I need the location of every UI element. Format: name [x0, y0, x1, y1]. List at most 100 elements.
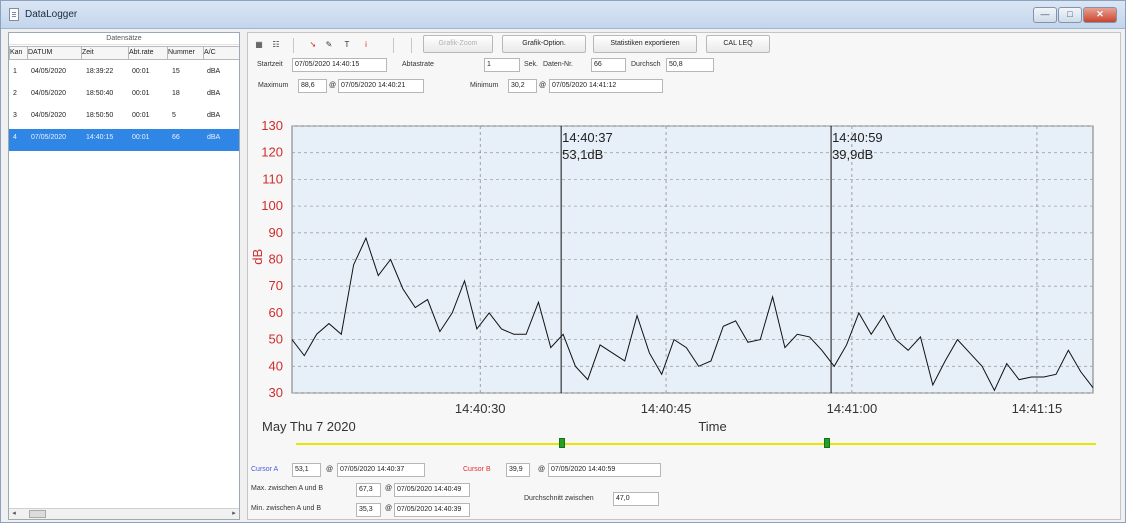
at-symbol: @	[385, 505, 393, 512]
max-between-label: Max. zwischen A und B	[251, 485, 323, 492]
records-horizontal-scrollbar[interactable]: ◂ ▸	[9, 508, 239, 519]
row-datum: 07/05/2020	[31, 134, 67, 141]
row-nummer: 5	[172, 112, 176, 119]
row-rate: 00:01	[132, 134, 150, 141]
min-between-value[interactable]: 35,3	[356, 503, 381, 517]
toolbar-separator	[293, 38, 294, 53]
seconds-label: Sek.	[524, 61, 539, 68]
maximum-time-field[interactable]: 07/05/2020 14:40:21	[338, 79, 424, 93]
table-row[interactable]: 1 04/05/2020 18:39:22 00:01 15 dBA	[9, 63, 239, 85]
row-kan: 4	[13, 134, 17, 141]
table-row[interactable]: 2 04/05/2020 18:50:40 00:01 18 dBA	[9, 85, 239, 107]
toolbar-separator	[393, 38, 394, 53]
cursor-b-time[interactable]: 07/05/2020 14:40:59	[548, 463, 661, 477]
minimum-time-field[interactable]: 07/05/2020 14:41:12	[549, 79, 663, 93]
y-tick-label: 50	[269, 332, 283, 347]
row-ac: dBA	[207, 68, 221, 75]
start-time-field[interactable]: 07/05/2020 14:40:15	[292, 58, 387, 72]
cursor-slider-track[interactable]	[296, 443, 1096, 445]
at-symbol: @	[326, 466, 334, 473]
scroll-right-icon[interactable]: ▸	[229, 509, 239, 519]
y-tick-label: 80	[269, 252, 283, 267]
info-icon[interactable]: i	[359, 39, 373, 51]
minimize-button[interactable]: —	[1033, 7, 1057, 23]
y-tick-label: 40	[269, 358, 283, 373]
graphic-zoom-button[interactable]: Grafik-Zoom	[423, 35, 493, 53]
table-row-selected[interactable]: 4 07/05/2020 14:40:15 00:01 66 dBA	[9, 129, 239, 151]
scrollbar-thumb[interactable]	[29, 510, 46, 518]
y-tick-label: 90	[269, 225, 283, 240]
y-tick-label: 100	[261, 198, 283, 213]
row-nummer: 66	[172, 134, 180, 141]
max-between-value[interactable]: 67,3	[356, 483, 381, 497]
cursor-icon[interactable]: ➘	[306, 39, 320, 51]
header-rate[interactable]: Abt.rate	[128, 46, 168, 60]
row-datum: 04/05/2020	[31, 90, 67, 97]
cursor-b-label: Cursor B	[463, 466, 491, 473]
cursor-b-value[interactable]: 39,9	[506, 463, 530, 477]
at-symbol: @	[385, 485, 393, 492]
maximize-button[interactable]: □	[1058, 7, 1082, 23]
data-count-label: Daten-Nr.	[543, 61, 573, 68]
maximum-label: Maximum	[258, 82, 289, 89]
header-zeit[interactable]: Zeit	[81, 46, 129, 60]
cursor-b-slider-handle[interactable]	[824, 438, 830, 448]
app-icon	[9, 8, 19, 21]
cursor-a-label: Cursor A	[251, 466, 279, 473]
window-title: DataLogger	[25, 9, 78, 20]
at-symbol: @	[538, 466, 546, 473]
header-datum[interactable]: DATUM	[27, 46, 82, 60]
cursor-time-label: 14:40:37	[562, 130, 613, 145]
avg-between-label: Durchschnitt zwischen	[524, 495, 594, 502]
chart-icon[interactable]: ☷	[269, 39, 283, 51]
toolbar: ▦ ☷ ➘ ✎ T i Grafik-Zoom Grafik-Option. S…	[248, 33, 1120, 57]
avg-between-value[interactable]: 47,0	[613, 492, 659, 506]
x-tick-label: 14:40:30	[455, 401, 506, 416]
min-between-time[interactable]: 07/05/2020 14:40:39	[394, 503, 470, 517]
table-icon[interactable]: ▦	[252, 39, 266, 51]
cal-leq-button[interactable]: CAL LEQ	[706, 35, 770, 53]
y-tick-label: 60	[269, 305, 283, 320]
row-zeit: 18:50:40	[86, 90, 114, 97]
minimum-field[interactable]: 30,2	[508, 79, 537, 93]
y-tick-label: 30	[269, 385, 283, 400]
x-tick-label: 14:41:15	[1012, 401, 1063, 416]
text-icon[interactable]: T	[340, 39, 354, 51]
graphic-options-button[interactable]: Grafik-Option.	[502, 35, 586, 53]
close-button[interactable]: ✕	[1083, 7, 1117, 23]
data-count-field[interactable]: 66	[591, 58, 626, 72]
datalogger-window: DataLogger — □ ✕ Datensätze Kan DATUM Ze…	[0, 0, 1126, 523]
header-nummer[interactable]: Nummer	[167, 46, 204, 60]
cursor-value-label: 39,9dB	[832, 147, 873, 162]
chart-area: 30 40 50 60 70 80 90 100 110 120 130 14:40:30 14:40:…	[248, 110, 1120, 462]
average-field[interactable]: 50,8	[666, 58, 714, 72]
header-ac[interactable]: A/C	[203, 46, 239, 60]
max-between-time[interactable]: 07/05/2020 14:40:49	[394, 483, 470, 497]
records-group-title: Datensätze	[9, 33, 239, 45]
row-rate: 00:01	[132, 112, 150, 119]
analysis-panel: ▦ ☷ ➘ ✎ T i Grafik-Zoom Grafik-Option. S…	[247, 32, 1121, 520]
row-zeit: 14:40:15	[86, 134, 114, 141]
row-kan: 1	[13, 68, 17, 75]
x-axis-label: Time	[698, 419, 726, 434]
toolbar-separator	[411, 38, 412, 53]
header-kan[interactable]: Kan	[9, 46, 28, 60]
row-datum: 04/05/2020	[31, 68, 67, 75]
date-label: May Thu 7 2020	[262, 419, 356, 434]
sample-rate-field[interactable]: 1	[484, 58, 520, 72]
export-statistics-button[interactable]: Statistiken exportieren	[593, 35, 697, 53]
minimum-label: Minimum	[470, 82, 499, 89]
cursor-value-label: 53,1dB	[562, 147, 603, 162]
scroll-left-icon[interactable]: ◂	[9, 509, 19, 519]
cursor-a-value[interactable]: 53,1	[292, 463, 321, 477]
cursor-a-time[interactable]: 07/05/2020 14:40:37	[337, 463, 425, 477]
min-between-label: Min. zwischen A und B	[251, 505, 322, 512]
db-time-chart[interactable]: 30 40 50 60 70 80 90 100 110 120 130 14:40:30 14:40:…	[248, 110, 1120, 462]
cursor-a-slider-handle[interactable]	[559, 438, 565, 448]
records-panel: Datensätze Kan DATUM Zeit Abt.rate Numme…	[8, 32, 240, 520]
row-nummer: 18	[172, 90, 180, 97]
at-symbol: @	[539, 82, 547, 89]
table-row[interactable]: 3 04/05/2020 18:50:50 00:01 5 dBA	[9, 107, 239, 129]
pen-icon[interactable]: ✎	[322, 39, 336, 51]
maximum-field[interactable]: 88,6	[298, 79, 327, 93]
